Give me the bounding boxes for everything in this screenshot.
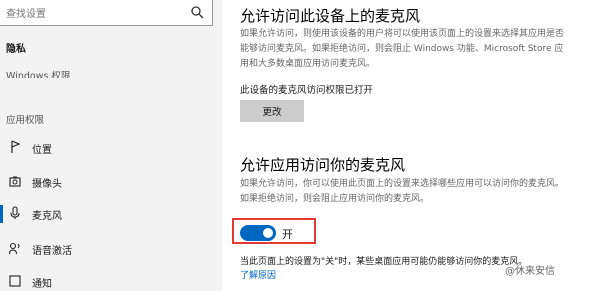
sidebar-item-location[interactable]: 位置 bbox=[0, 136, 222, 160]
app-access-description: 如果允许访问，你可以使用此页面上的设置来选择哪些应用可以访问你的麦克风。如果拒绝… bbox=[240, 179, 565, 204]
voice-activation-icon bbox=[9, 242, 20, 255]
learn-more-link[interactable]: 了解原因 bbox=[240, 268, 276, 281]
windows-permissions-header: Windows 权限 bbox=[6, 71, 71, 78]
main-content: 允许访问此设备上的麦克风 如果允许访问，则使用该设备的用户将可以使用该页面上的设… bbox=[222, 0, 607, 291]
camera-icon bbox=[9, 176, 21, 187]
device-access-status: 此设备的麦克风访问权限已打开 bbox=[240, 85, 374, 96]
notification-icon bbox=[9, 275, 21, 287]
search-box[interactable]: 查找设置 bbox=[0, 0, 213, 26]
sidebar-item-label: 麦克风 bbox=[32, 211, 62, 222]
device-access-description: 如果允许访问，则使用该设备的用户将可以使用该页面上的设置来选择其应用是否能够访问… bbox=[240, 29, 565, 69]
app-access-title: 允许应用访问你的麦克风 bbox=[240, 156, 406, 174]
search-icon[interactable] bbox=[190, 5, 204, 19]
microphone-icon bbox=[10, 206, 20, 219]
desktop-apps-note: 当此页面上的设置为"关"时，某些桌面应用可能仍能够访问你的麦克风。 bbox=[240, 257, 528, 267]
location-icon bbox=[11, 140, 21, 153]
sidebar-item-label: 通知 bbox=[32, 279, 52, 290]
device-access-title: 允许访问此设备上的麦克风 bbox=[240, 7, 421, 25]
sidebar-item-camera[interactable]: 摄像头 bbox=[0, 170, 222, 194]
sidebar: 查找设置 隐私 Windows 权限 应用权限 位置 摄像头 麦克风 语音激活 … bbox=[0, 0, 222, 291]
sidebar-item-microphone[interactable]: 麦克风 bbox=[0, 202, 222, 226]
sidebar-item-label: 语音激活 bbox=[32, 246, 72, 257]
sidebar-item-notifications[interactable]: 通知 bbox=[0, 270, 222, 294]
search-input[interactable]: 查找设置 bbox=[6, 5, 46, 20]
sidebar-item-label: 位置 bbox=[32, 145, 52, 156]
toggle-state-label: 开 bbox=[282, 228, 293, 241]
app-access-toggle[interactable] bbox=[240, 225, 276, 241]
toggle-knob bbox=[263, 228, 273, 238]
change-button[interactable]: 更改 bbox=[240, 100, 304, 122]
app-permissions-header: 应用权限 bbox=[6, 115, 45, 126]
sidebar-item-label: 摄像头 bbox=[32, 179, 62, 190]
watermark: @休来安信 bbox=[505, 266, 555, 277]
active-indicator bbox=[0, 205, 3, 223]
privacy-title: 隐私 bbox=[6, 44, 26, 55]
sidebar-item-voice-activation[interactable]: 语音激活 bbox=[0, 237, 222, 261]
